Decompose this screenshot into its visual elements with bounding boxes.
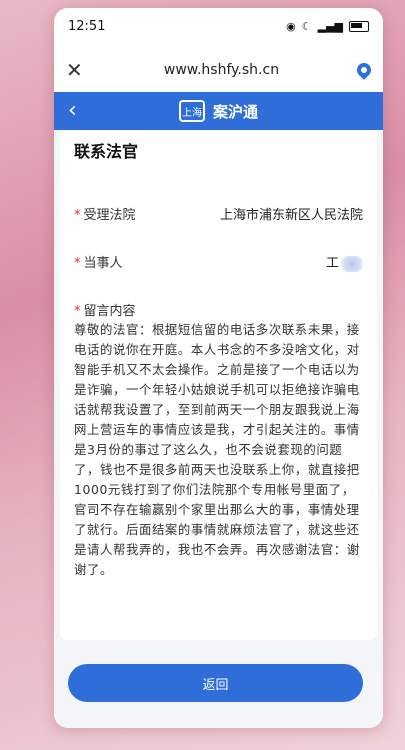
court-label: 受理法院 [83,208,136,223]
app-logo-text: 上海 [181,107,202,119]
moon-icon: ☾ [301,19,312,33]
app-title: 案沪通 [212,102,258,121]
content-area: 联系法官 * 受理法院 上海市浦东新区人民法院 * 当事人 工 * 留言内容 尊敬的法… [54,130,383,728]
required-mark: * [74,256,81,271]
app-logo-icon: 上海 [178,100,205,122]
party-label-row: * 当事人 [74,252,123,271]
court-label-row: * 受理法院 [74,204,136,223]
required-mark: * [74,304,81,319]
phone-screen: 12:51 ◉ ☾ ▂▄▆ ✕ www.hshfy.sh.cn ‹ 上海 案沪通… [54,8,383,728]
return-button[interactable]: 返回 [68,664,363,702]
battery-icon [349,20,369,32]
page-title: 联系法官 [74,142,139,161]
browser-bar: ✕ www.hshfy.sh.cn [54,50,383,90]
redaction-blur [341,255,363,272]
app-header: ‹ 上海 案沪通 [54,92,383,130]
chevron-left-icon[interactable]: ‹ [68,98,77,123]
status-icons: ◉ ☾ ▂▄▆ [286,20,369,33]
status-time: 12:51 [68,18,106,34]
signal-icon: ▂▄▆ [317,19,343,33]
party-value: 工 [325,256,339,271]
court-value: 上海市浦东新区人民法院 [219,208,363,223]
status-bar: 12:51 ◉ ☾ ▂▄▆ [54,8,383,44]
message-label-row: * 留言内容 [74,300,136,319]
message-label: 留言内容 [83,304,136,319]
required-mark: * [74,208,81,223]
location-pin-icon[interactable] [354,60,374,80]
form-card: 联系法官 * 受理法院 上海市浦东新区人民法院 * 当事人 工 * 留言内容 尊敬的法… [60,130,377,640]
url-text[interactable]: www.hshfy.sh.cn [164,62,279,78]
message-text: 尊敬的法官：根据短信留的电话多次联系未果，接电话的说你在开庭。本人书念的不多没啥… [74,322,360,577]
party-label: 当事人 [83,256,123,271]
close-icon[interactable]: ✕ [66,58,86,82]
eye-icon: ◉ [286,19,296,33]
party-value-row: 工 [326,252,363,272]
